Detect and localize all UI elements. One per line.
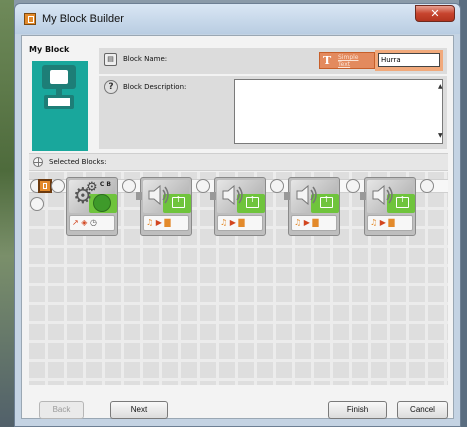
title-bar[interactable]: My Block Builder ✕ [15, 4, 460, 34]
window-title: My Block Builder [42, 13, 124, 25]
sound-block[interactable]: ♫ ▶ ▇ [360, 177, 416, 236]
motor-circle-icon [93, 194, 111, 212]
beam-ring-icon[interactable] [51, 179, 65, 193]
my-block-icon[interactable] [32, 61, 88, 151]
block-cap-shape [42, 65, 76, 89]
sound-block[interactable]: ♫ ▶ ▇ [136, 177, 192, 236]
sound-block[interactable]: ♫ ▶ ▇ [210, 177, 266, 236]
beam-ring-end-icon[interactable] [420, 179, 434, 193]
my-block-heading: My Block [29, 45, 70, 54]
beam-ring-bottom-icon[interactable] [30, 197, 44, 211]
sound-file-icon [320, 195, 333, 208]
sound-file-icon [172, 195, 185, 208]
gear-small-icon: ⚙ [86, 180, 98, 195]
crosshair-icon [33, 157, 43, 167]
block-description-label: Block Description: [123, 83, 187, 91]
move-block-ports: C B [99, 181, 111, 188]
beam-ring-icon[interactable] [270, 179, 284, 193]
back-button[interactable]: Back [39, 401, 84, 419]
name-tag-icon: ▤ [104, 53, 117, 66]
scroll-down-arrow-icon[interactable]: ▼ [438, 132, 443, 139]
block-name-input[interactable] [378, 53, 440, 67]
dialog-window: My Block Builder ✕ My Block ▤ Block Name… [14, 3, 461, 427]
block-base-shape [44, 95, 74, 109]
block-name-panel: ▤ Block Name: T Simple Text [99, 48, 447, 74]
simple-text-toggle[interactable]: T Simple Text [319, 52, 375, 69]
block-name-label: Block Name: [123, 55, 168, 63]
beam-ring-icon[interactable] [196, 179, 210, 193]
cancel-button[interactable]: Cancel [397, 401, 448, 419]
speaker-icon [148, 184, 169, 206]
block-name-field-highlight [375, 50, 443, 71]
desktop-background-left [0, 0, 14, 427]
sound-file-icon [246, 195, 259, 208]
beam-ring-icon[interactable] [346, 179, 360, 193]
move-block[interactable]: ⚙ ⚙ C B ↗ ◈ ◷ [66, 177, 118, 236]
sound-block[interactable]: ♫ ▶ ▇ [284, 177, 340, 236]
simple-text-label: Simple Text [338, 54, 359, 68]
block-description-input[interactable] [234, 79, 443, 144]
block-config-icons: ♫ ▶ ▇ [143, 215, 189, 231]
block-config-icons: ♫ ▶ ▇ [367, 215, 413, 231]
speaker-icon [296, 184, 317, 206]
help-question-icon: ? [104, 80, 118, 94]
text-t-icon: T [323, 54, 332, 67]
scroll-up-arrow-icon[interactable]: ▲ [438, 83, 443, 90]
block-description-panel: ? Block Description: ▲ ▼ [99, 76, 447, 149]
block-config-icons: ↗ ◈ ◷ [69, 215, 115, 231]
selected-blocks-label: Selected Blocks: [49, 158, 107, 166]
start-point-icon[interactable] [38, 179, 52, 193]
finish-button[interactable]: Finish [328, 401, 387, 419]
app-icon [24, 13, 36, 25]
next-button[interactable]: Next [110, 401, 168, 419]
dialog-content: My Block ▤ Block Name: T Simple Text ? B… [21, 35, 454, 419]
speaker-icon [372, 184, 393, 206]
speaker-icon [222, 184, 243, 206]
close-button[interactable]: ✕ [415, 5, 455, 22]
block-config-icons: ♫ ▶ ▇ [291, 215, 337, 231]
selected-blocks-header: Selected Blocks: [29, 153, 448, 171]
beam-ring-icon[interactable] [122, 179, 136, 193]
block-config-icons: ♫ ▶ ▇ [217, 215, 263, 231]
sound-file-icon [396, 195, 409, 208]
